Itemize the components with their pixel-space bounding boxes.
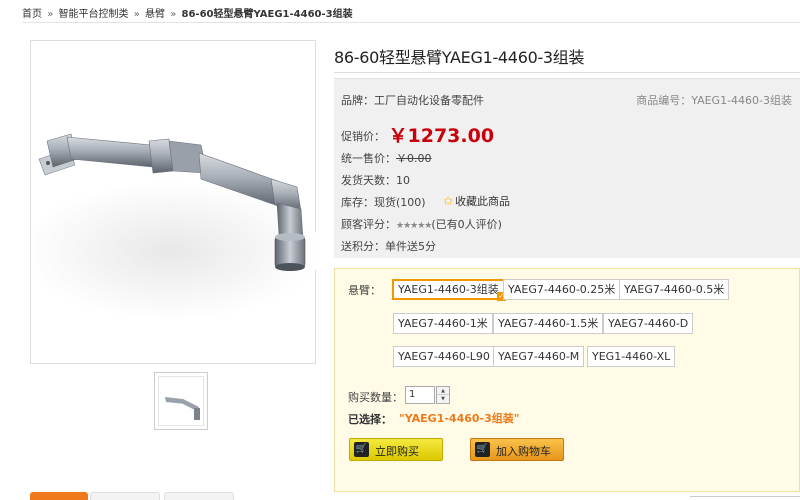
cart-icon: 🛒: [354, 442, 369, 457]
retail-price-label: 统一售价：: [341, 152, 396, 165]
option-item[interactable]: YAEG1-4460-3组装 ✓: [392, 279, 506, 301]
quantity-stepper[interactable]: ▲ ▼: [436, 386, 450, 404]
stock-status: 库存：现货(100): [341, 196, 426, 209]
product-thumbnail[interactable]: [154, 372, 208, 430]
breadcrumb-separator: »: [170, 9, 177, 20]
breadcrumb-home[interactable]: 首页: [22, 9, 42, 20]
rating-row: 顾客评分：★★★★★(已有0人评价): [341, 216, 502, 232]
buy-now-button[interactable]: 🛒 立即购买: [349, 438, 443, 461]
option-item[interactable]: YEG1-4460-XL: [587, 346, 676, 367]
option-label: YAEG7-4460-0.5米: [624, 283, 725, 296]
thumbnail-frame: [158, 376, 204, 426]
cantilever-arm-image: [31, 133, 317, 321]
add-to-cart-label: 加入购物车: [496, 445, 551, 458]
breadcrumb-separator: »: [47, 9, 54, 20]
add-to-cart-button[interactable]: 🛒 加入购物车: [470, 438, 564, 461]
rating-stars-icon: ★★★★★: [396, 221, 432, 231]
promo-price: ￥1273.00: [388, 125, 495, 147]
star-favorite-icon: ✩: [443, 194, 454, 208]
option-label: YAEG7-4460-1.5米: [498, 317, 599, 330]
breadcrumb-current: 86-60轻型悬臂YAEG1-4460-3组装: [181, 9, 353, 20]
breadcrumb-subcategory[interactable]: 悬臂: [145, 9, 165, 20]
tab-reviews[interactable]: [90, 492, 160, 500]
option-item[interactable]: YAEG7-4460-1米: [393, 313, 493, 334]
option-label: YAEG7-4460-M: [498, 350, 580, 363]
option-label: YAEG7-4460-D: [608, 317, 689, 330]
option-group-label: 悬臂：: [348, 284, 381, 297]
breadcrumb-category[interactable]: 智能平台控制类: [59, 9, 129, 20]
stepper-down-icon[interactable]: ▼: [437, 395, 449, 403]
promo-price-row: 促销价： ￥1273.00: [341, 119, 495, 147]
selected-value: "YAEG1-4460-3组装": [399, 412, 520, 425]
option-item[interactable]: YAEG7-4460-0.25米: [503, 279, 621, 300]
cantilever-arm-thumbnail-image: [165, 397, 200, 420]
option-item[interactable]: YAEG7-4460-L90: [393, 346, 495, 367]
favorite-button[interactable]: ✩ 收藏此商品: [443, 193, 510, 209]
retail-price: ￥0.00: [396, 152, 432, 165]
option-item[interactable]: YAEG7-4460-D: [603, 313, 694, 334]
buy-now-label: 立即购买: [375, 445, 419, 458]
product-code: 商品编号：YAEG1-4460-3组装: [636, 94, 792, 107]
bottom-divider: [690, 496, 800, 497]
ship-days: 发货天数：10: [341, 174, 410, 187]
tab-detail[interactable]: [30, 492, 88, 500]
option-label: YAEG7-4460-L90: [398, 350, 490, 363]
product-main-image[interactable]: [30, 40, 317, 364]
stepper-up-icon[interactable]: ▲: [437, 387, 449, 395]
breadcrumb-separator: »: [133, 9, 140, 20]
quantity-input[interactable]: 1: [405, 386, 435, 404]
promo-price-label: 促销价：: [341, 130, 385, 143]
option-label: YAEG1-4460-3组装: [398, 283, 499, 296]
tab-consult[interactable]: [164, 492, 234, 500]
cart-icon: 🛒: [475, 442, 490, 457]
top-divider: [22, 22, 800, 23]
retail-price-row: 统一售价：￥0.00: [341, 150, 432, 166]
option-label: YAEG7-4460-0.25米: [508, 283, 616, 296]
selected-label: 已选择：: [348, 413, 392, 426]
quantity-label: 购买数量：: [348, 391, 403, 404]
purchase-options-panel: 悬臂： YAEG1-4460-3组装 ✓ YAEG7-4460-0.25米 YA…: [334, 268, 800, 492]
points-text: 送积分：单件送5分: [341, 240, 436, 253]
favorite-label: 收藏此商品: [455, 195, 511, 208]
breadcrumb: 首页 » 智能平台控制类 » 悬臂 » 86-60轻型悬臂YAEG1-4460-…: [22, 5, 353, 20]
product-title: 86-60轻型悬臂YAEG1-4460-3组装: [334, 48, 585, 67]
product-info-panel: 品牌：工厂自动化设备零配件 商品编号：YAEG1-4460-3组装 促销价： ￥…: [334, 78, 800, 258]
option-label: YEG1-4460-XL: [592, 350, 671, 363]
option-item[interactable]: YAEG7-4460-M: [493, 346, 585, 367]
rating-label: 顾客评分：: [341, 218, 396, 231]
brand-text: 品牌：工厂自动化设备零配件: [341, 94, 484, 107]
option-item[interactable]: YAEG7-4460-1.5米: [493, 313, 604, 334]
option-label: YAEG7-4460-1米: [398, 317, 488, 330]
title-divider: [334, 72, 800, 73]
option-item[interactable]: YAEG7-4460-0.5米: [619, 279, 730, 300]
rating-text: (已有0人评价): [431, 218, 502, 231]
